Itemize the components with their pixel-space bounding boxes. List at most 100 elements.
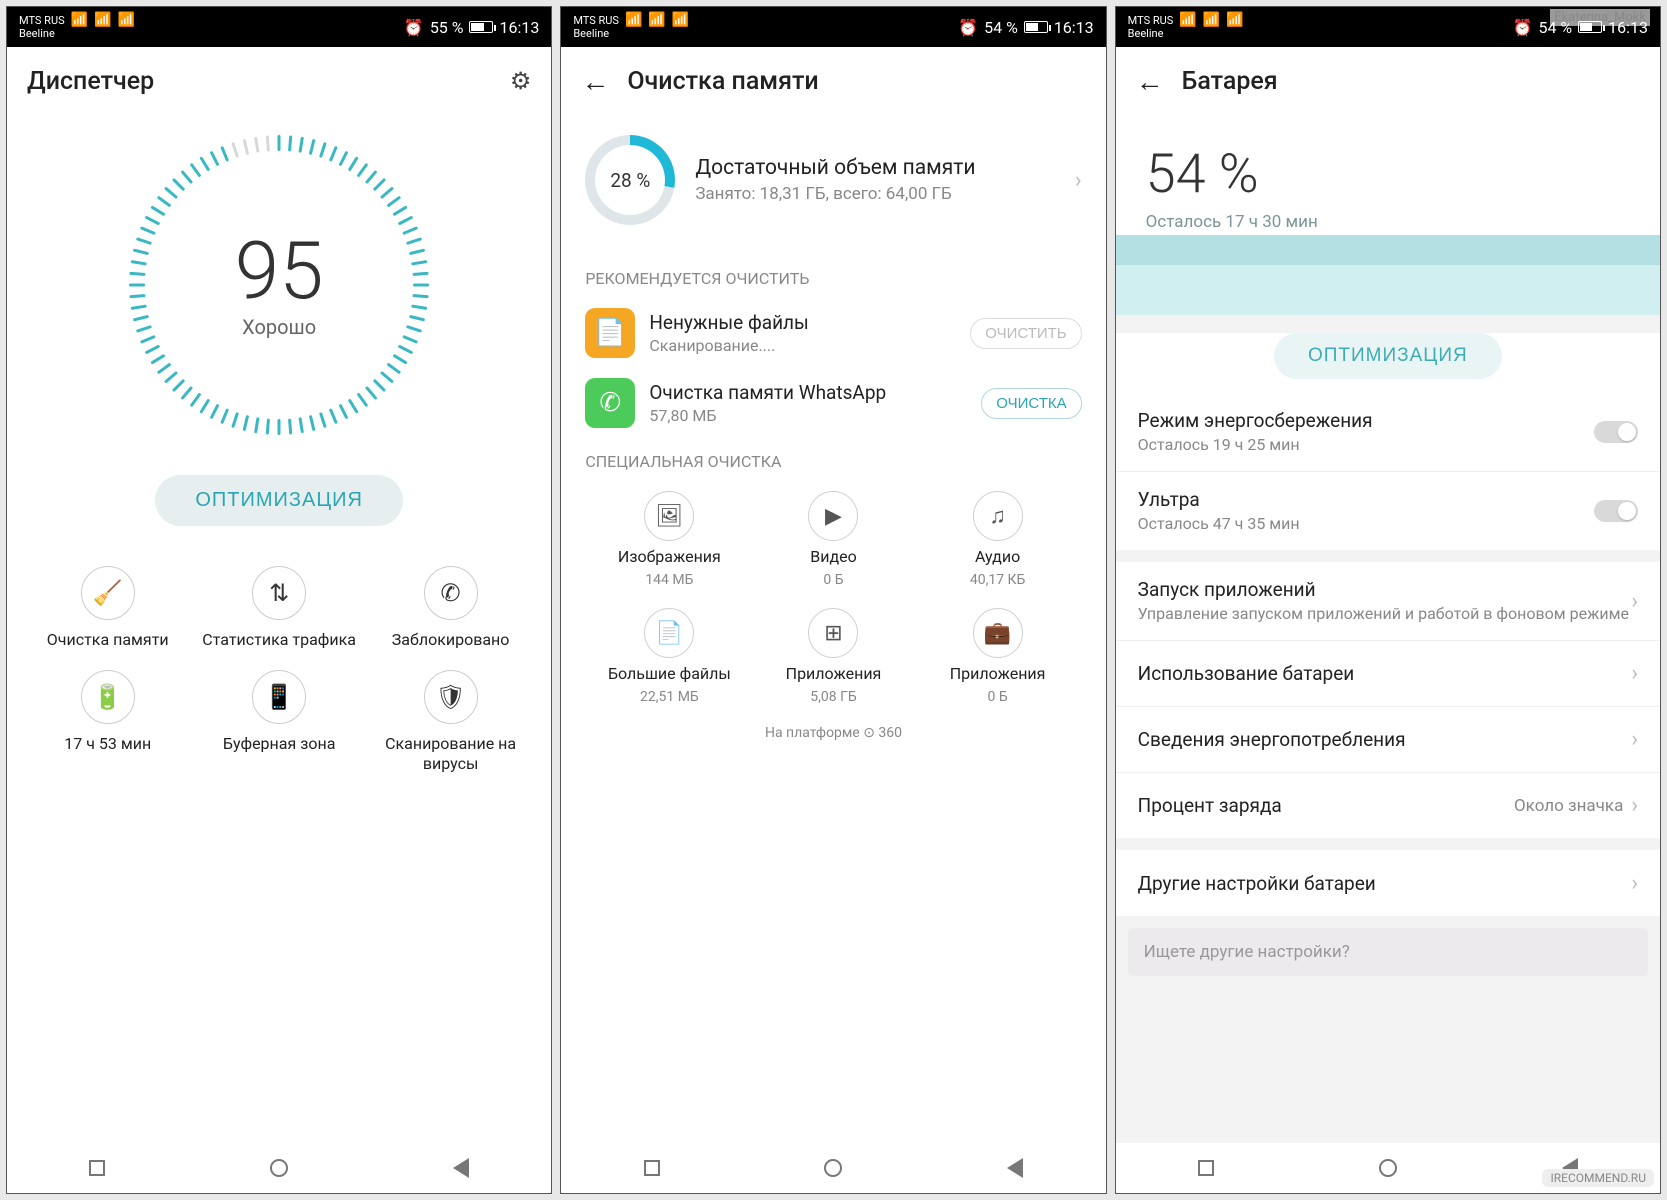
memory-title: Достаточный объем памяти xyxy=(695,156,1055,180)
app-icon: 📄 xyxy=(585,308,635,358)
tool-icon: ⇅ xyxy=(252,566,306,620)
tool-icon: 🛡 xyxy=(424,670,478,724)
tool-item[interactable]: ⇅ Статистика трафика xyxy=(198,566,359,650)
special-title: Видео xyxy=(810,547,856,566)
signal-icon xyxy=(1203,14,1220,27)
back-arrow-icon[interactable]: ← xyxy=(1136,65,1164,98)
special-size: 0 Б xyxy=(823,572,843,588)
battery-hero: 54 % Осталось 17 ч 30 мин xyxy=(1116,115,1660,315)
alarm-icon: ⏰ xyxy=(958,18,978,37)
memory-sub: Занято: 18,31 ГБ, всего: 64,00 ГБ xyxy=(695,184,1055,204)
signal-icon xyxy=(1226,14,1243,27)
tool-item[interactable]: 🔋 17 ч 53 мин xyxy=(27,670,188,774)
settings-row[interactable]: Процент заряда Около значка › xyxy=(1116,772,1660,838)
row-title: Использование батареи xyxy=(1138,662,1632,685)
memory-summary-row[interactable]: 28 % Достаточный объем памяти Занято: 18… xyxy=(561,115,1105,255)
nav-home-icon[interactable] xyxy=(270,1159,288,1177)
special-item[interactable]: ⊞ Приложения 5,08 ГБ xyxy=(755,608,911,705)
tool-icon: 🔋 xyxy=(81,670,135,724)
battery-remaining: Осталось 17 ч 30 мин xyxy=(1146,212,1630,232)
tool-label: 17 ч 53 мин xyxy=(64,734,151,754)
special-title: Приложения xyxy=(950,664,1046,683)
carrier-2: Beeline xyxy=(573,27,619,40)
statusbar: MTS RUS Beeline ⏰ 55 % 16:13 xyxy=(7,7,551,47)
nav-recent-icon[interactable] xyxy=(89,1160,105,1176)
row-sub: Осталось 19 ч 25 мин xyxy=(1138,435,1594,455)
rec-sub: 57,80 МБ xyxy=(649,406,967,425)
signal-icon xyxy=(672,14,689,27)
special-size: 40,17 КБ xyxy=(970,572,1026,588)
special-icon: ♫ xyxy=(973,491,1023,541)
back-arrow-icon[interactable]: ← xyxy=(581,65,609,98)
nav-back-icon[interactable] xyxy=(453,1158,469,1178)
nav-back-icon[interactable] xyxy=(1007,1158,1023,1178)
toggle-switch[interactable] xyxy=(1594,421,1638,443)
header: ← Очистка памяти xyxy=(561,47,1105,115)
optimize-button[interactable]: ОПТИМИЗАЦИЯ xyxy=(1274,333,1502,379)
carrier-2: Beeline xyxy=(1128,27,1174,40)
recommend-row: ✆ Очистка памяти WhatsApp 57,80 МБ ОЧИСТ… xyxy=(561,368,1105,438)
tool-label: Буферная зона xyxy=(223,734,336,754)
special-icon: 📄 xyxy=(644,608,694,658)
toggle-row: Ультра Осталось 47 ч 35 мин xyxy=(1116,471,1660,550)
search-suggestion[interactable]: Ищете другие настройки? xyxy=(1128,928,1648,976)
special-item[interactable]: ♫ Аудио 40,17 КБ xyxy=(920,491,1076,588)
special-icon: ▶ xyxy=(808,491,858,541)
tool-label: Статистика трафика xyxy=(202,630,356,650)
chevron-right-icon: › xyxy=(1631,793,1638,818)
statusbar: MTS RUS Beeline ⏰ 54 % 16:13 xyxy=(561,7,1105,47)
chevron-right-icon: › xyxy=(1075,168,1082,193)
nav-bar xyxy=(561,1143,1105,1193)
alarm-icon: ⏰ xyxy=(404,18,424,37)
settings-row[interactable]: Использование батареи › xyxy=(1116,640,1660,706)
clock-time: 16:13 xyxy=(1054,18,1094,37)
row-title: Процент заряда xyxy=(1138,794,1514,817)
nav-recent-icon[interactable] xyxy=(1198,1160,1214,1176)
special-item[interactable]: 🖼 Изображения 144 МБ xyxy=(591,491,747,588)
battery-icon xyxy=(469,21,493,33)
signal-icon xyxy=(625,14,642,27)
signal-icon xyxy=(1179,14,1196,27)
page-title: Батарея xyxy=(1182,67,1640,96)
special-title: Приложения xyxy=(786,664,882,683)
tool-item[interactable]: 🛡 Сканирование на вирусы xyxy=(370,670,531,774)
chevron-right-icon: › xyxy=(1631,661,1638,686)
special-size: 0 Б xyxy=(988,689,1008,705)
clean-button[interactable]: ОЧИСТКА xyxy=(981,388,1081,419)
signal-icon xyxy=(648,14,665,27)
special-item[interactable]: 📄 Большие файлы 22,51 МБ xyxy=(591,608,747,705)
row-other-settings[interactable]: Другие настройки батареи › xyxy=(1116,850,1660,916)
special-item[interactable]: ▶ Видео 0 Б xyxy=(755,491,911,588)
carrier-1: MTS RUS xyxy=(1128,14,1174,27)
clean-button: ОЧИСТИТЬ xyxy=(970,318,1081,349)
tool-icon: ✆ xyxy=(424,566,478,620)
search-placeholder: Ищете другие настройки? xyxy=(1144,942,1350,962)
signal-icon xyxy=(71,14,88,27)
app-icon: ✆ xyxy=(585,378,635,428)
settings-row[interactable]: Запуск приложений Управление запуском пр… xyxy=(1116,562,1660,640)
tool-item[interactable]: 📱 Буферная зона xyxy=(198,670,359,774)
tool-icon: 📱 xyxy=(252,670,306,724)
gear-icon[interactable]: ⚙ xyxy=(510,67,532,95)
chevron-right-icon: › xyxy=(1631,727,1638,752)
special-item[interactable]: 💼 Приложения 0 Б xyxy=(920,608,1076,705)
rec-sub: Сканирование.... xyxy=(649,336,956,355)
watermark-bottom: IRECOMMEND.RU xyxy=(1542,1169,1654,1187)
nav-home-icon[interactable] xyxy=(824,1159,842,1177)
special-size: 144 МБ xyxy=(645,572,693,588)
tool-item[interactable]: ✆ Заблокировано xyxy=(370,566,531,650)
toggle-switch[interactable] xyxy=(1594,500,1638,522)
row-title: Другие настройки батареи xyxy=(1138,872,1632,895)
memory-pct: 28 % xyxy=(610,169,650,192)
settings-row[interactable]: Сведения энергопотребления › xyxy=(1116,706,1660,772)
tool-icon: 🧹 xyxy=(81,566,135,620)
nav-home-icon[interactable] xyxy=(1379,1159,1397,1177)
nav-recent-icon[interactable] xyxy=(644,1160,660,1176)
phone-battery: Ekaterina_Mokk MTS RUS Beeline ⏰ 54 % 16… xyxy=(1115,6,1661,1194)
tool-label: Сканирование на вирусы xyxy=(370,734,531,774)
tool-item[interactable]: 🧹 Очистка памяти xyxy=(27,566,188,650)
phone-cleanup: MTS RUS Beeline ⏰ 54 % 16:13 ← Очистка п… xyxy=(560,6,1106,1194)
clock-time: 16:13 xyxy=(499,18,539,37)
special-icon: ⊞ xyxy=(808,608,858,658)
optimize-button[interactable]: ОПТИМИЗАЦИЯ xyxy=(155,475,403,526)
